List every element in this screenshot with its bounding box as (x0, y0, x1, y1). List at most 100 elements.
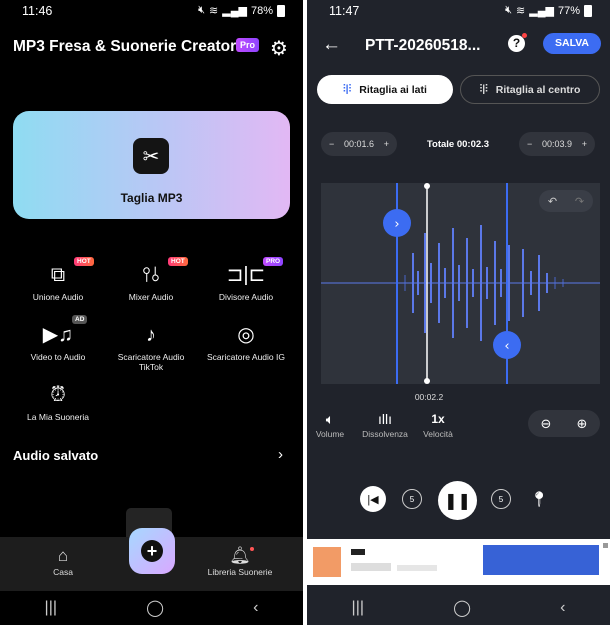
pause-icon: ❚❚ (444, 492, 471, 510)
home-icon: ⌂ (57, 546, 69, 565)
add-marker-button[interactable]: 📍︎ (528, 488, 550, 510)
tool-label: Video to Audio (30, 352, 86, 362)
wifi-icon: ≋ (209, 5, 219, 17)
battery-icon (277, 4, 285, 17)
chevron-right-icon[interactable]: › (278, 446, 283, 463)
volume-control[interactable]: 🔈︎ Volume (315, 409, 345, 439)
mute-icon: 🔇︎ (505, 4, 513, 16)
battery-level: 78% (250, 4, 273, 17)
tool-ig-downloader[interactable]: ◎ Scaricatore Audio IG (201, 322, 291, 362)
notification-dot (250, 547, 254, 551)
help-notification-dot (522, 33, 527, 38)
tool-label: Scaricatore Audio TikTok (117, 352, 185, 372)
plus-icon[interactable]: + (582, 139, 587, 149)
end-time-stepper[interactable]: − 00:03.9 + (519, 132, 595, 156)
hot-badge: HOT (168, 257, 188, 266)
zoom-controls: ⊖ ⊕ (528, 410, 600, 437)
fade-label: Dissolvenza (362, 429, 408, 439)
rewind-icon: 5 (409, 494, 415, 504)
save-button[interactable]: SALVA (543, 33, 601, 54)
start-time-stepper[interactable]: − 00:01.6 + (321, 132, 397, 156)
skip-to-start-button[interactable]: |◀ (360, 486, 386, 512)
tool-tiktok-downloader[interactable]: ♪ Scaricatore Audio TikTok (106, 322, 196, 372)
zoom-in-icon[interactable]: ⊕ (577, 416, 588, 432)
signal-icon: ▂▄▆ (222, 5, 247, 17)
volume-label: Volume (315, 429, 345, 439)
playhead-bottom-dot (424, 378, 430, 384)
pause-button[interactable]: ❚❚ (438, 481, 477, 520)
hot-badge: HOT (74, 257, 94, 266)
saved-audio-title[interactable]: Audio salvato (13, 448, 98, 463)
back-icon[interactable]: ‹ (560, 599, 565, 617)
tool-merge-audio[interactable]: ⧉ Unione Audio (13, 262, 103, 302)
undo-redo-box: ↶ ↷ (539, 190, 593, 212)
undo-icon[interactable]: ↶ (548, 195, 557, 208)
chevron-left-icon: ‹ (504, 339, 509, 354)
ad-banner[interactable] (307, 539, 610, 585)
skip-start-icon: |◀ (367, 493, 379, 506)
instagram-icon: ◎ (237, 324, 255, 346)
waveform-icon: ⫶|⫶ (343, 83, 352, 95)
signal-icon: ▂▄▆ (529, 5, 554, 17)
battery-icon (584, 4, 592, 17)
plus-icon: + (141, 540, 163, 562)
tab-trim-center-label: Ritaglia al centro (495, 83, 581, 96)
zoom-out-icon[interactable]: ⊖ (541, 416, 552, 432)
back-icon[interactable]: ‹ (253, 599, 258, 617)
tab-trim-sides[interactable]: ⫶|⫶ Ritaglia ai lati (317, 75, 453, 104)
mute-icon: 🔇︎ (198, 4, 206, 16)
gear-icon[interactable]: ⚙ (270, 36, 288, 61)
pro-badge[interactable]: Pro (236, 38, 260, 52)
redo-icon[interactable]: ↷ (575, 195, 584, 208)
tool-label: Mixer Audio (128, 292, 174, 302)
ad-badge: AD (72, 315, 88, 324)
cut-mp3-card[interactable]: ✂ Taglia MP3 (13, 111, 290, 219)
minus-icon[interactable]: − (329, 139, 334, 149)
waveform-icon: ⫶|⫶ (479, 83, 488, 95)
battery-level: 77% (557, 4, 580, 17)
waveform-svg: › ‹ (321, 183, 600, 384)
fade-wave-icon: ıllı (378, 411, 392, 427)
tiktok-icon: ♪ (146, 324, 156, 346)
cut-mp3-label: Taglia MP3 (120, 191, 183, 205)
home-circle-icon[interactable]: ◯ (146, 598, 164, 618)
wifi-icon: ≋ (516, 5, 526, 17)
location-pin-icon: 📍︎ (529, 491, 549, 508)
nav-ringtone-library[interactable]: 🔔︎ Libreria Suonerie (200, 545, 280, 577)
add-button[interactable]: + (129, 528, 175, 574)
back-arrow-icon[interactable]: ← (322, 34, 341, 56)
speed-value: 1x (431, 412, 445, 426)
rewind-5-button[interactable]: 5 (402, 489, 422, 509)
playhead-top-dot (424, 183, 430, 189)
tab-trim-center[interactable]: ⫶|⫶ Ritaglia al centro (460, 75, 600, 104)
total-duration: Totale 00:02.3 (426, 139, 490, 150)
alarm-icon: ⏰︎ (50, 384, 66, 406)
nav-home[interactable]: ⌂ Casa (48, 545, 78, 577)
tool-label: Unione Audio (32, 292, 84, 302)
tool-video-to-audio[interactable]: ▶♫ Video to Audio (13, 322, 103, 362)
status-bar: 11:46 🔇︎ ≋ ▂▄▆ 78% (0, 0, 303, 22)
recents-icon[interactable]: ||| (352, 599, 364, 617)
tool-mixer-audio[interactable]: ⫯⫰ Mixer Audio (106, 262, 196, 302)
plus-icon[interactable]: + (384, 139, 389, 149)
home-screen: 11:46 🔇︎ ≋ ▂▄▆ 78% MP3 Fresa & Suonerie … (0, 0, 303, 625)
tool-split-audio[interactable]: ⊐|⊏ Divisore Audio (201, 262, 291, 302)
system-nav: ||| ◯ ‹ (0, 591, 303, 625)
playhead-time: 00:02.2 (414, 392, 444, 402)
status-icons: 🔇︎ ≋ ▂▄▆ 78% (198, 4, 285, 17)
tool-label: La Mia Suoneria (27, 412, 89, 422)
speed-control[interactable]: 1x Velocità (420, 409, 456, 439)
video-icon: ▶♫ (42, 324, 74, 346)
bell-icon: 🔔︎ (229, 546, 251, 565)
nav-home-label: Casa (53, 567, 73, 577)
tool-label: Scaricatore Audio IG (207, 352, 285, 362)
home-circle-icon[interactable]: ◯ (453, 598, 471, 618)
waveform-editor[interactable]: › ‹ (321, 183, 600, 384)
system-nav: ||| ◯ ‹ (307, 591, 610, 625)
status-time: 11:47 (329, 4, 360, 18)
tool-my-ringtone[interactable]: ⏰︎ La Mia Suoneria (13, 382, 103, 422)
fade-control[interactable]: ıllı Dissolvenza (360, 409, 410, 439)
recents-icon[interactable]: ||| (45, 599, 57, 617)
forward-5-button[interactable]: 5 (491, 489, 511, 509)
minus-icon[interactable]: − (527, 139, 532, 149)
